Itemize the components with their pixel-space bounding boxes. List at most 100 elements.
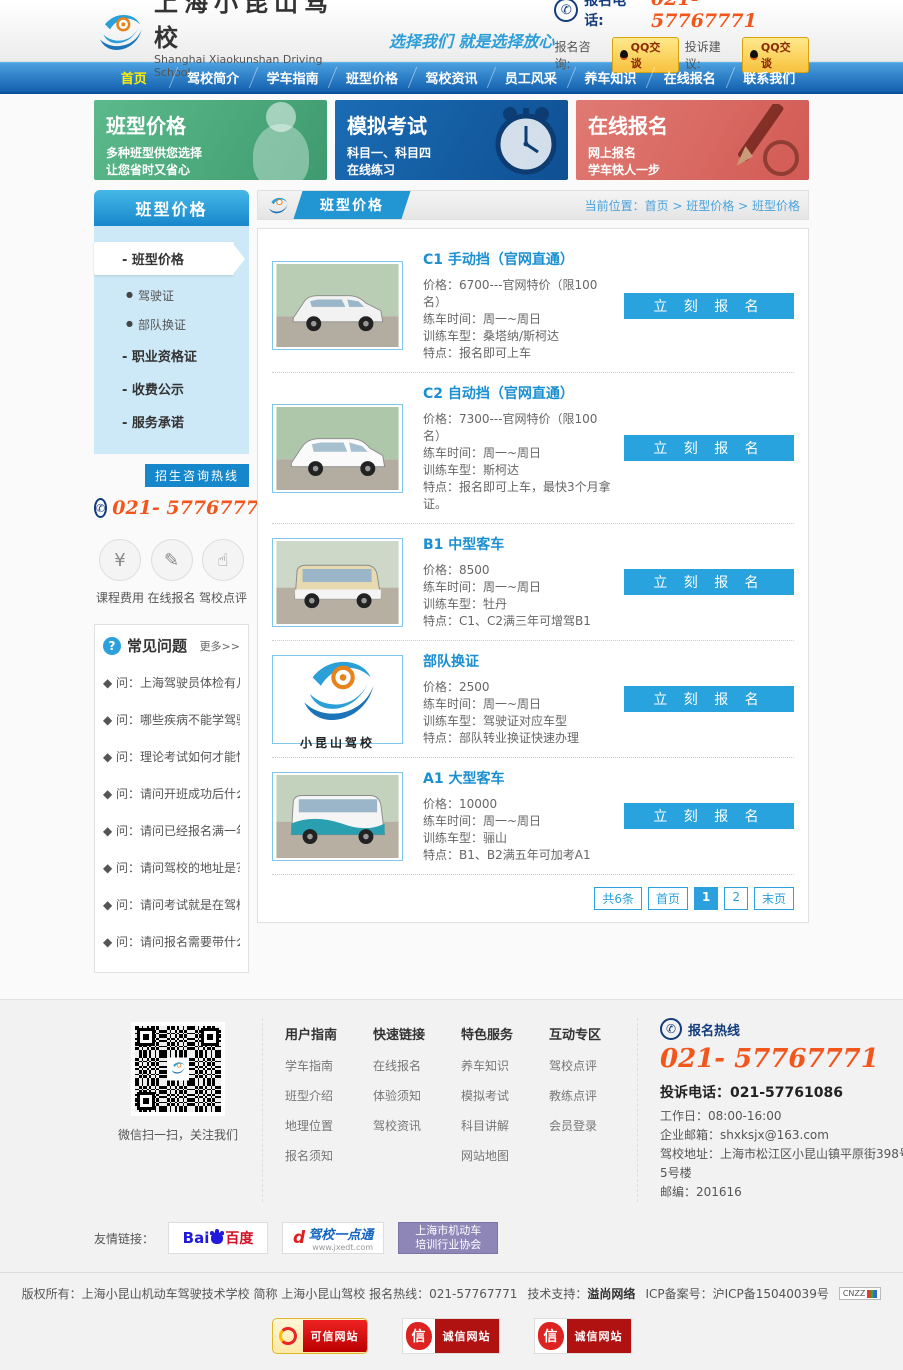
enroll-now-button[interactable]: 立 刻 报 名: [624, 293, 794, 319]
phone-icon: ✆: [554, 0, 578, 22]
pagination-page-1[interactable]: 1: [694, 887, 718, 910]
cnzz-badge[interactable]: CNZZ: [839, 1287, 882, 1300]
faq-title: 常见问题: [127, 635, 187, 656]
integrity-site-badge[interactable]: 信 诚信网站: [534, 1318, 632, 1354]
footer-link[interactable]: 地理位置: [285, 1117, 347, 1134]
nav-item-staff[interactable]: 员工风采: [491, 63, 570, 92]
sidebar-item-prices[interactable]: - 班型价格: [94, 242, 234, 275]
nav-item-contact[interactable]: 联系我们: [730, 63, 809, 92]
course-vehicle: 训练车型：斯柯达: [423, 462, 614, 479]
course-row-c2: C2 自动挡（官网直通） 价格：7300---官网特价（限100名） 练车时间：…: [272, 373, 794, 524]
pagination: 共6条 首页 1 2 末页: [272, 875, 794, 910]
faq-item[interactable]: ◆ 问：请问报名需要带什么...: [103, 923, 240, 960]
faq-more-link[interactable]: 更多>>: [200, 638, 240, 654]
trusted-site-badge[interactable]: 可信网站: [272, 1318, 368, 1354]
footer-link[interactable]: 教练点评: [549, 1087, 611, 1104]
enroll-now-button[interactable]: 立 刻 报 名: [624, 569, 794, 595]
footer-link[interactable]: 班型介绍: [285, 1087, 347, 1104]
course-title[interactable]: A1 大型客车: [423, 768, 614, 788]
pagination-first[interactable]: 首页: [648, 887, 688, 910]
nav-item-news[interactable]: 驾校资讯: [412, 63, 491, 92]
sidebar-item-service-promise[interactable]: - 服务承诺: [94, 405, 249, 438]
sidebar-item-vocational-cert[interactable]: - 职业资格证: [94, 339, 249, 372]
nav-item-about[interactable]: 驾校简介: [173, 63, 252, 92]
logo-swoosh-icon: [94, 6, 146, 56]
cert-badges: 可信网站 信 诚信网站 信 诚信网站: [0, 1318, 903, 1354]
sidebar-item-license[interactable]: 驾驶证: [94, 281, 249, 310]
footer-workday: 工作日：08:00-16:00: [660, 1107, 903, 1126]
footer-link[interactable]: 体验须知: [373, 1087, 435, 1104]
course-price: 价格：6700---官网特价（限100名）: [423, 277, 614, 311]
course-feature: 特点：部队转业换证快速办理: [423, 730, 614, 747]
faq-item[interactable]: ◆ 问：上海驾驶员体检有几...: [103, 664, 240, 701]
pagination-page-2[interactable]: 2: [724, 887, 748, 910]
friend-link-baidu[interactable]: Bai 百度: [168, 1222, 268, 1254]
friend-link-association[interactable]: 上海市机动车 培训行业协会: [398, 1222, 498, 1254]
course-title[interactable]: B1 中型客车: [423, 534, 614, 554]
nav-item-home[interactable]: 首页: [94, 63, 173, 92]
footer-link[interactable]: 报名须知: [285, 1147, 347, 1164]
course-photo-school-logo: 小昆山驾校: [272, 655, 403, 744]
integrity-site-badge[interactable]: 信 诚信网站: [402, 1318, 500, 1354]
phone-icon: ✆: [94, 498, 107, 518]
banner-mock-exam[interactable]: 模拟考试 科目一、科目四 在线练习: [335, 100, 568, 180]
footer-link[interactable]: 在线报名: [373, 1057, 435, 1074]
course-list: C1 手动挡（官网直通） 价格：6700---官网特价（限100名） 练车时间：…: [257, 228, 809, 923]
course-feature: 特点：报名即可上车，最快3个月拿证。: [423, 479, 614, 513]
friend-links-label: 友情链接：: [94, 1230, 154, 1247]
footer-link[interactable]: 学车指南: [285, 1057, 347, 1074]
faq-item[interactable]: ◆ 问：请问开班成功后什么...: [103, 775, 240, 812]
sidebar-item-army-exchange[interactable]: 部队换证: [94, 310, 249, 339]
faq-item[interactable]: ◆ 问：请问已经报名满一年...: [103, 812, 240, 849]
footer-link[interactable]: 科目讲解: [461, 1117, 523, 1134]
footer-phone-number: 021- 57767771: [660, 1044, 903, 1074]
friend-link-jxedt[interactable]: d 驾校一点通 www.jxedt.com: [282, 1222, 384, 1254]
faq-item[interactable]: ◆ 问：理论考试如何才能快...: [103, 738, 240, 775]
course-time: 练车时间：周一~周日: [423, 579, 614, 596]
nav-item-car-care[interactable]: 养车知识: [571, 63, 650, 92]
course-title[interactable]: C1 手动挡（官网直通）: [423, 249, 614, 269]
course-title[interactable]: 部队换证: [423, 651, 614, 671]
enroll-now-button[interactable]: 立 刻 报 名: [624, 686, 794, 712]
faq-panel: ? 常见问题 更多>> ◆ 问：上海驾驶员体检有几... ◆ 问：哪些疾病不能学…: [94, 624, 249, 973]
course-photo-sedan: [272, 404, 403, 493]
quick-icon-online-enroll[interactable]: ✎ 在线报名: [148, 539, 196, 606]
banner-prices[interactable]: 班型价格 多种班型供您选择 让您省时又省心: [94, 100, 327, 180]
quick-icon-course-fee[interactable]: ¥ 课程费用: [96, 539, 144, 606]
main-nav: 首页 驾校简介 学车指南 班型价格 驾校资讯 员工风采 养车知识 在线报名 联系…: [0, 62, 903, 94]
enroll-now-button[interactable]: 立 刻 报 名: [624, 803, 794, 829]
footer-col-title: 特色服务: [461, 1024, 523, 1043]
faq-item[interactable]: ◆ 问：请问考试就是在驾校...: [103, 886, 240, 923]
sidebar-item-fee-publicity[interactable]: - 收费公示: [94, 372, 249, 405]
footer-link[interactable]: 驾校点评: [549, 1057, 611, 1074]
nav-item-guide[interactable]: 学车指南: [253, 63, 332, 92]
pagination-last[interactable]: 末页: [754, 887, 794, 910]
course-time: 练车时间：周一~周日: [423, 696, 614, 713]
banner-online-enroll[interactable]: 在线报名 网上报名 学车快人一步: [576, 100, 809, 180]
footer-link[interactable]: 驾校资讯: [373, 1117, 435, 1134]
footer-link[interactable]: 养车知识: [461, 1057, 523, 1074]
phone-icon: ✆: [660, 1018, 682, 1040]
copyright-text: 版权所有：上海小昆山机动车驾驶技术学校 简称 上海小昆山驾校 报名热线：021-…: [22, 1285, 518, 1302]
nav-item-enroll[interactable]: 在线报名: [650, 63, 729, 92]
nav-item-prices[interactable]: 班型价格: [332, 63, 411, 92]
enroll-now-button[interactable]: 立 刻 报 名: [624, 435, 794, 461]
footer-link[interactable]: 会员登录: [549, 1117, 611, 1134]
qq-penguin-icon: [620, 50, 628, 60]
course-time: 练车时间：周一~周日: [423, 813, 614, 830]
course-photo-minibus: [272, 538, 403, 627]
faq-item[interactable]: ◆ 问：请问驾校的地址是？...: [103, 849, 240, 886]
operator-photo: [253, 124, 309, 180]
sidebar-phone-number: 021- 57767771: [112, 497, 272, 519]
course-price: 价格：2500: [423, 679, 614, 696]
quick-icon-school-review[interactable]: ☝ 驾校点评: [199, 539, 247, 606]
footer-link[interactable]: 模拟考试: [461, 1087, 523, 1104]
course-price: 价格：8500: [423, 562, 614, 579]
sidebar-menu: - 班型价格 驾驶证 部队换证 - 职业资格证 - 收费公示 - 服务承诺: [94, 226, 249, 454]
faq-item[interactable]: ◆ 问：哪些疾病不能学驾驶...: [103, 701, 240, 738]
pagination-total: 共6条: [594, 887, 642, 910]
footer-col-title: 快速链接: [373, 1024, 435, 1043]
course-title[interactable]: C2 自动挡（官网直通）: [423, 383, 614, 403]
footer-link[interactable]: 网站地图: [461, 1147, 523, 1164]
quick-icons: ¥ 课程费用 ✎ 在线报名 ☝ 驾校点评: [94, 523, 249, 606]
